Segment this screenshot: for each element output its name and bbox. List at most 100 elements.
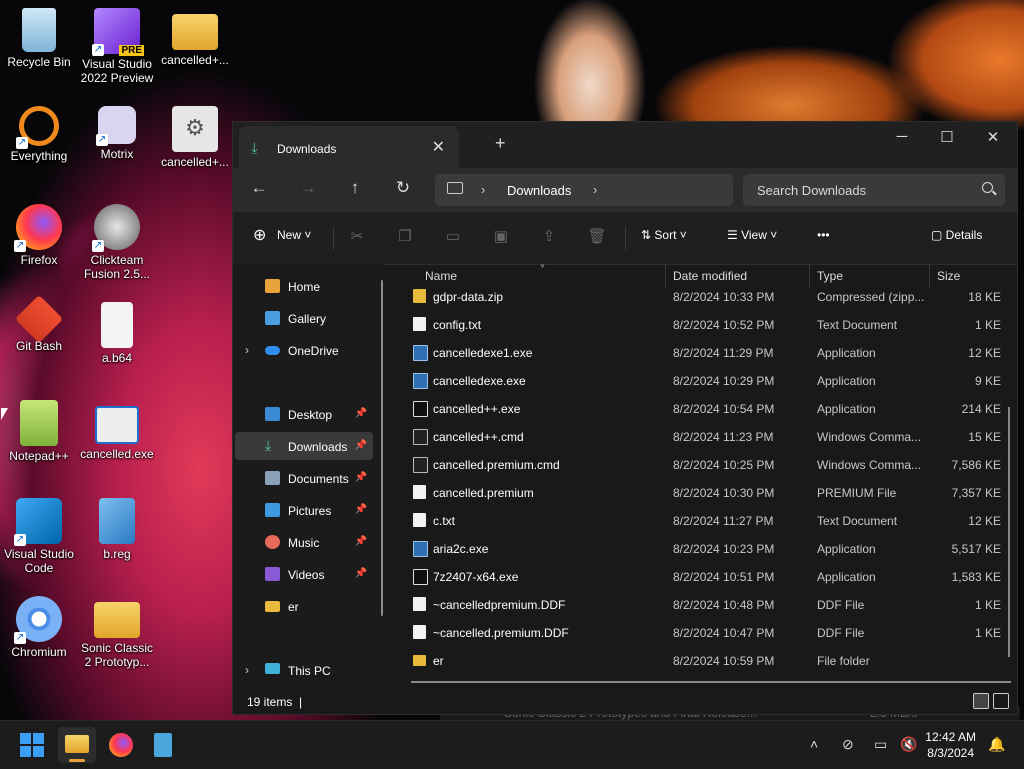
back-button[interactable]: ←	[247, 178, 271, 198]
desktop-icon-label: b.reg	[103, 547, 131, 561]
new-tab-button[interactable]: +	[495, 133, 506, 154]
sidebar-item-downloads[interactable]: ⤓ Downloads 📌	[235, 432, 373, 460]
column-header-type[interactable]: Type	[817, 269, 843, 283]
start-windows-icon[interactable]	[20, 733, 44, 757]
chevron-right-icon[interactable]: ›	[593, 182, 597, 197]
desktop-icon-cancelled-settings[interactable]: ⚙ cancelled+...	[158, 106, 232, 169]
sidebar-item-desktop[interactable]: Desktop 📌	[235, 400, 373, 428]
cut-icon[interactable]: ✂	[347, 227, 367, 245]
taskbar-firefox-icon[interactable]	[109, 733, 133, 757]
sidebar-scrollbar[interactable]	[381, 280, 383, 616]
pin-icon[interactable]: 📌	[355, 472, 367, 483]
address-bar[interactable]: › Downloads ›	[435, 174, 733, 206]
forward-button[interactable]: →	[296, 178, 320, 198]
up-button[interactable]: ↑	[343, 178, 367, 198]
computer-icon	[447, 182, 463, 194]
file-row[interactable]: cancelled++.exe 8/2/2024 10:54 PM Applicat…	[393, 394, 1003, 422]
desktop-icon-a-b64[interactable]: a.b64	[80, 302, 154, 365]
network-disconnected-icon[interactable]: ⊘	[842, 736, 854, 753]
delete-icon[interactable]: 🗑	[587, 227, 607, 245]
desktop-icon-cancelled-folder[interactable]: cancelled+...	[158, 8, 232, 67]
desktop-icon-sonic-classic[interactable]: Sonic Classic 2 Prototyp...	[80, 596, 154, 669]
horizontal-scrollbar[interactable]	[411, 681, 1011, 683]
file-row[interactable]: gdpr-data.zip 8/2/2024 10:33 PM Compressed…	[393, 282, 1003, 310]
file-row[interactable]: cancelled.premium.cmd 8/2/2024 10:25 PM Wi…	[393, 450, 1003, 478]
sidebar-item-er[interactable]: er	[235, 592, 373, 620]
desktop-icon-notepadpp[interactable]: Notepad++	[2, 400, 76, 463]
file-row[interactable]: cancelledexe.exe 8/2/2024 10:29 PM Applica…	[393, 366, 1003, 394]
desktop-icon-motrix[interactable]: ↗ Motrix	[80, 106, 154, 161]
column-header-date[interactable]: Date modified	[673, 269, 747, 283]
taskbar-file-explorer[interactable]	[58, 727, 96, 763]
desktop-icon-visual-studio[interactable]: PRE ↗ Visual Studio 2022 Preview	[80, 8, 154, 85]
file-row[interactable]: 7z2407-x64.exe 8/2/2024 10:51 PM Applicati…	[393, 562, 1003, 590]
minimize-button[interactable]: ─	[887, 128, 917, 145]
close-tab-icon[interactable]: ✕	[432, 137, 445, 157]
sidebar-item-pictures[interactable]: Pictures 📌	[235, 496, 373, 524]
desktop-icon-vscode[interactable]: ↗ Visual Studio Code	[2, 498, 76, 575]
file-row[interactable]: cancelled.premium 8/2/2024 10:30 PM PREMIU…	[393, 478, 1003, 506]
desktop-icon-clickteam[interactable]: ↗ Clickteam Fusion 2.5...	[80, 204, 154, 281]
sort-button[interactable]: ⇅ Sort ˅	[641, 228, 687, 242]
desktop-icon-cancelled-exe[interactable]: cancelled.exe	[80, 400, 154, 461]
desktop-icon-chromium[interactable]: ↗ Chromium	[2, 596, 76, 659]
display-icon[interactable]: ▭	[874, 736, 887, 753]
desktop-icon-label: Recycle Bin	[7, 55, 71, 69]
copy-icon[interactable]: ❐	[395, 227, 415, 245]
tiles-view-icon[interactable]	[993, 693, 1009, 709]
notification-bell-icon[interactable]: 🔔	[988, 736, 1005, 753]
close-window-button[interactable]: ✕	[978, 128, 1008, 146]
share-icon[interactable]: ⇪	[539, 227, 559, 245]
desktop-icon-recycle-bin[interactable]: Recycle Bin	[2, 8, 76, 69]
sidebar-item-videos[interactable]: Videos 📌	[235, 560, 373, 588]
registry-icon	[99, 498, 135, 544]
pin-icon[interactable]: 📌	[355, 504, 367, 515]
file-row[interactable]: aria2c.exe 8/2/2024 10:23 PM Application 5,…	[393, 534, 1003, 562]
chevron-right-icon[interactable]: ›	[481, 182, 485, 197]
view-button[interactable]: ☰ View ˅	[727, 228, 777, 242]
file-row[interactable]: c.txt 8/2/2024 11:27 PM Text Document 12 KE	[393, 506, 1003, 534]
sidebar-item-gallery[interactable]: Gallery	[235, 304, 373, 332]
pin-icon[interactable]: 📌	[355, 440, 367, 451]
file-row[interactable]: cancelledexe1.exe 8/2/2024 11:29 PM Applic…	[393, 338, 1003, 366]
taskbar-notepad-icon[interactable]	[154, 733, 172, 757]
volume-muted-icon[interactable]: 🔇	[900, 736, 917, 753]
details-view-icon[interactable]	[973, 693, 989, 709]
file-row[interactable]: cancelled++.cmd 8/2/2024 11:23 PM Windows …	[393, 422, 1003, 450]
more-options-button[interactable]: •••	[817, 228, 830, 242]
details-pane-button[interactable]: ▢ Details	[931, 228, 982, 242]
show-hidden-icons-chevron[interactable]: ˄	[810, 736, 818, 752]
column-header-size[interactable]: Size	[937, 269, 960, 283]
search-input[interactable]: Search Downloads	[743, 174, 1005, 206]
pin-icon[interactable]: 📌	[355, 536, 367, 547]
tab-downloads[interactable]: ⤓ Downloads ✕	[239, 126, 459, 168]
paste-icon[interactable]: ▭	[443, 227, 463, 245]
file-row[interactable]: ~cancelled.premium.DDF 8/2/2024 10:47 PM D…	[393, 618, 1003, 646]
sidebar-item-this-pc[interactable]: › This PC	[235, 656, 373, 684]
maximize-button[interactable]: ☐	[932, 128, 962, 146]
sidebar-item-music[interactable]: Music 📌	[235, 528, 373, 556]
pin-icon[interactable]: 📌	[355, 568, 367, 579]
desktop-icon-everything[interactable]: ↗ Everything	[2, 106, 76, 163]
new-button[interactable]: New ˅	[277, 228, 311, 242]
refresh-button[interactable]: ↻	[391, 178, 415, 198]
sidebar-item-documents[interactable]: Documents 📌	[235, 464, 373, 492]
desktop-icon-git-bash[interactable]: Git Bash	[2, 294, 76, 353]
chevron-right-icon[interactable]: ›	[245, 663, 249, 677]
sidebar-item-onedrive[interactable]: › OneDrive	[235, 336, 373, 364]
file-row[interactable]: er 8/2/2024 10:59 PM File folder	[393, 646, 1003, 672]
navigation-pane: Home Gallery › OneDrive Desktop 📌 ⤓ Down…	[233, 264, 383, 678]
vertical-scrollbar[interactable]	[1008, 407, 1010, 657]
desktop-icon-firefox[interactable]: ↗ Firefox	[2, 204, 76, 267]
rename-icon[interactable]: ▣	[491, 227, 511, 245]
file-row[interactable]: config.txt 8/2/2024 10:52 PM Text Document…	[393, 310, 1003, 338]
sidebar-item-home[interactable]: Home	[235, 272, 373, 300]
pin-icon[interactable]: 📌	[355, 408, 367, 419]
file-name: cancelled++.cmd	[433, 430, 524, 444]
desktop-icon-b-reg[interactable]: b.reg	[80, 498, 154, 561]
breadcrumb[interactable]: Downloads	[507, 183, 571, 198]
system-clock[interactable]: 12:42 AM 8/3/2024	[925, 729, 976, 761]
column-header-name[interactable]: Name	[425, 269, 457, 283]
file-row[interactable]: ~cancelledpremium.DDF 8/2/2024 10:48 PM DD…	[393, 590, 1003, 618]
chevron-right-icon[interactable]: ›	[245, 343, 249, 357]
